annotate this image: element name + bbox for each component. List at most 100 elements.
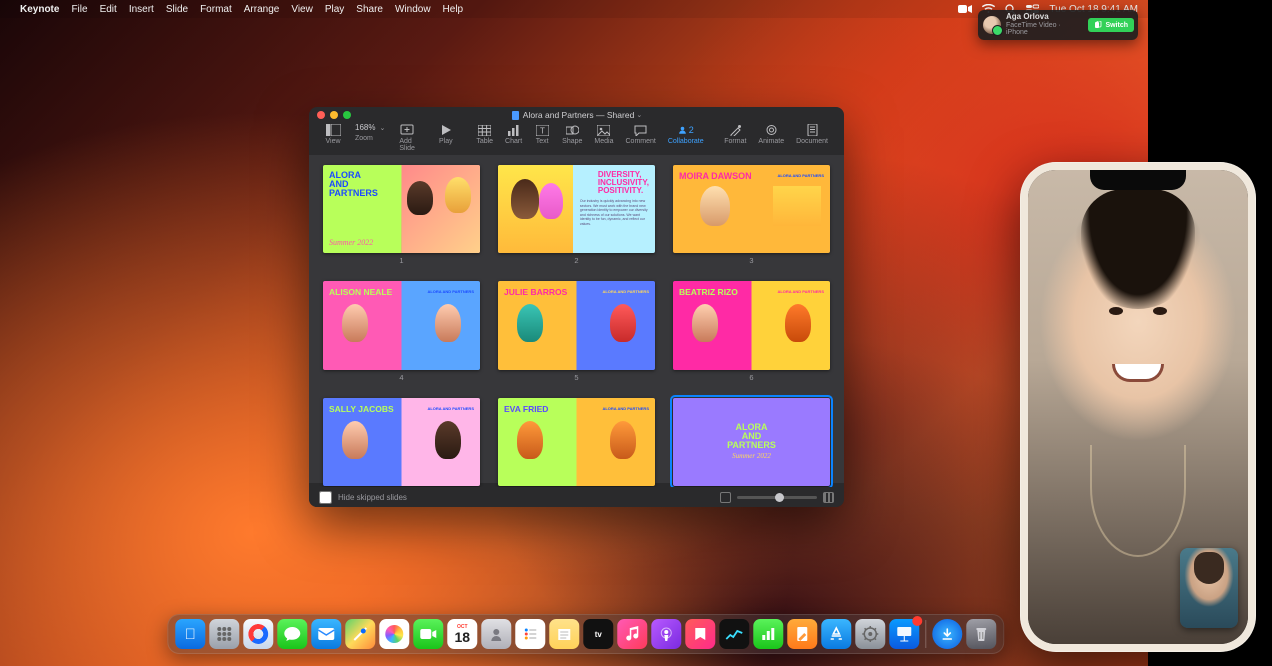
slide-subtitle: Summer 2022 bbox=[329, 238, 373, 247]
slide-thumbnail[interactable]: EVA FRIEDALORA AND PARTNERS 8 bbox=[498, 398, 655, 498]
dock-stocks[interactable] bbox=[719, 619, 749, 649]
slide-title: ALISON NEALE bbox=[329, 287, 392, 297]
switch-button[interactable]: Switch bbox=[1088, 18, 1134, 32]
keynote-window: Alora and Partners — Shared ⌄ View 168%⌄… bbox=[309, 107, 844, 507]
view-button[interactable]: View bbox=[319, 123, 347, 145]
document-button[interactable]: Document bbox=[790, 123, 834, 145]
dock-mail[interactable] bbox=[311, 619, 341, 649]
close-button[interactable] bbox=[317, 111, 325, 119]
slide-thumbnail[interactable]: SALLY JACOBSALORA AND PARTNERS 7 bbox=[323, 398, 480, 498]
iphone-screen[interactable] bbox=[1028, 170, 1248, 644]
dock-reminders[interactable] bbox=[515, 619, 545, 649]
menu-share[interactable]: Share bbox=[356, 4, 383, 15]
dock-podcasts[interactable] bbox=[651, 619, 681, 649]
slide-thumbnail[interactable]: ALORAANDPARTNERSSummer 2022 1 bbox=[323, 165, 480, 265]
menu-file[interactable]: File bbox=[71, 4, 87, 15]
dock-finder[interactable]: 󰀵 bbox=[175, 619, 205, 649]
dock-launchpad[interactable] bbox=[209, 619, 239, 649]
dock-news[interactable] bbox=[685, 619, 715, 649]
slide-thumbnail[interactable]: JULIE BARROS ALORA AND PARTNERS 5 bbox=[498, 281, 655, 381]
menu-play[interactable]: Play bbox=[325, 4, 344, 15]
shape-button[interactable]: Shape bbox=[556, 123, 588, 145]
menu-format[interactable]: Format bbox=[200, 4, 232, 15]
minimize-button[interactable] bbox=[330, 111, 338, 119]
dock-keynote[interactable] bbox=[889, 619, 919, 649]
comment-button[interactable]: Comment bbox=[620, 123, 662, 145]
format-button[interactable]: Format bbox=[718, 123, 752, 145]
window-footer: Hide skipped slides bbox=[309, 487, 844, 507]
play-button[interactable]: Play bbox=[432, 123, 460, 145]
zoom-max-icon[interactable] bbox=[823, 492, 834, 503]
dock-messages[interactable] bbox=[277, 619, 307, 649]
format-icon bbox=[727, 123, 743, 137]
menu-arrange[interactable]: Arrange bbox=[244, 4, 280, 15]
dock-contacts[interactable] bbox=[481, 619, 511, 649]
zoom-min-icon[interactable] bbox=[720, 492, 731, 503]
menu-slide[interactable]: Slide bbox=[166, 4, 188, 15]
collaborate-button[interactable]: 2 Collaborate bbox=[662, 123, 710, 145]
dock-numbers[interactable] bbox=[753, 619, 783, 649]
menu-help[interactable]: Help bbox=[443, 4, 464, 15]
zoom-dropdown[interactable]: 168%⌄ Zoom bbox=[347, 123, 393, 132]
hide-skipped-label: Hide skipped slides bbox=[338, 493, 407, 502]
caller-avatar bbox=[983, 16, 1001, 34]
dock-maps[interactable] bbox=[345, 619, 375, 649]
text-button[interactable]: T Text bbox=[528, 123, 556, 145]
slide-thumbnail[interactable]: ALISON NEALEALORA AND PARTNERS 4 bbox=[323, 281, 480, 381]
slide-number: 6 bbox=[749, 373, 753, 382]
slide-title: EVA FRIED bbox=[504, 404, 548, 414]
document-label: Document bbox=[796, 138, 828, 145]
slide-thumbnail[interactable]: BEATRIZ RIZOALORA AND PARTNERS 6 bbox=[673, 281, 830, 381]
comment-label: Comment bbox=[626, 138, 656, 145]
dock-pages[interactable] bbox=[787, 619, 817, 649]
dock-safari[interactable] bbox=[243, 619, 273, 649]
chart-label: Chart bbox=[505, 138, 522, 145]
facetime-handoff-banner[interactable]: Aga Orlova FaceTime Video · iPhone Switc… bbox=[978, 10, 1138, 40]
slide-thumbnail-selected[interactable]: ALORAANDPARTNERSSummer 2022 9 bbox=[673, 398, 830, 498]
dock-notes[interactable] bbox=[549, 619, 579, 649]
window-titlebar[interactable]: Alora and Partners — Shared ⌄ bbox=[309, 107, 844, 123]
caller-name: Aga Orlova bbox=[1006, 13, 1083, 22]
slide-thumbnail[interactable]: MOIRA DAWSONALORA AND PARTNERS 3 bbox=[673, 165, 830, 265]
slide-tag: ALORA AND PARTNERS bbox=[602, 289, 649, 294]
menu-window[interactable]: Window bbox=[395, 4, 431, 15]
menubar-app-name[interactable]: Keynote bbox=[20, 4, 59, 15]
dock-separator bbox=[925, 620, 926, 648]
table-button[interactable]: Table bbox=[470, 123, 499, 145]
title-chevron-icon[interactable]: ⌄ bbox=[636, 111, 642, 119]
slide-title: JULIE BARROS bbox=[504, 287, 567, 297]
maximize-button[interactable] bbox=[343, 111, 351, 119]
dock-facetime[interactable] bbox=[413, 619, 443, 649]
dock-appstore[interactable] bbox=[821, 619, 851, 649]
play-label: Play bbox=[439, 138, 453, 145]
media-button[interactable]: Media bbox=[588, 123, 619, 145]
chart-button[interactable]: Chart bbox=[499, 123, 528, 145]
media-icon bbox=[596, 123, 612, 137]
slide-title: ALORAANDPARTNERS bbox=[727, 423, 776, 450]
animate-button[interactable]: Animate bbox=[752, 123, 790, 145]
add-slide-label: Add Slide bbox=[399, 138, 415, 152]
dock-settings[interactable] bbox=[855, 619, 885, 649]
menu-edit[interactable]: Edit bbox=[100, 4, 117, 15]
add-slide-button[interactable]: Add Slide bbox=[393, 123, 421, 152]
dock-photos[interactable] bbox=[379, 619, 409, 649]
dock-trash[interactable] bbox=[966, 619, 996, 649]
slide-number: 5 bbox=[574, 373, 578, 382]
slide-tag: ALORA AND PARTNERS bbox=[602, 406, 649, 411]
facetime-status-icon[interactable] bbox=[958, 4, 972, 14]
chart-icon bbox=[506, 123, 522, 137]
dock-music[interactable] bbox=[617, 619, 647, 649]
document-icon bbox=[804, 123, 820, 137]
slide-thumbnail[interactable]: DIVERSITY,INCLUSIVITY,POSITIVITY.Our ind… bbox=[498, 165, 655, 265]
menu-view[interactable]: View bbox=[291, 4, 313, 15]
calendar-day: 18 bbox=[454, 630, 470, 644]
hide-skipped-checkbox[interactable] bbox=[319, 491, 332, 504]
zoom-slider[interactable] bbox=[737, 496, 817, 499]
facetime-self-pip[interactable] bbox=[1180, 548, 1238, 628]
text-icon: T bbox=[534, 123, 550, 137]
menu-insert[interactable]: Insert bbox=[129, 4, 154, 15]
svg-text:T: T bbox=[540, 126, 545, 135]
dock-calendar[interactable]: OCT18 bbox=[447, 619, 477, 649]
dock-tv[interactable]: tv bbox=[583, 619, 613, 649]
dock-downloads[interactable] bbox=[932, 619, 962, 649]
